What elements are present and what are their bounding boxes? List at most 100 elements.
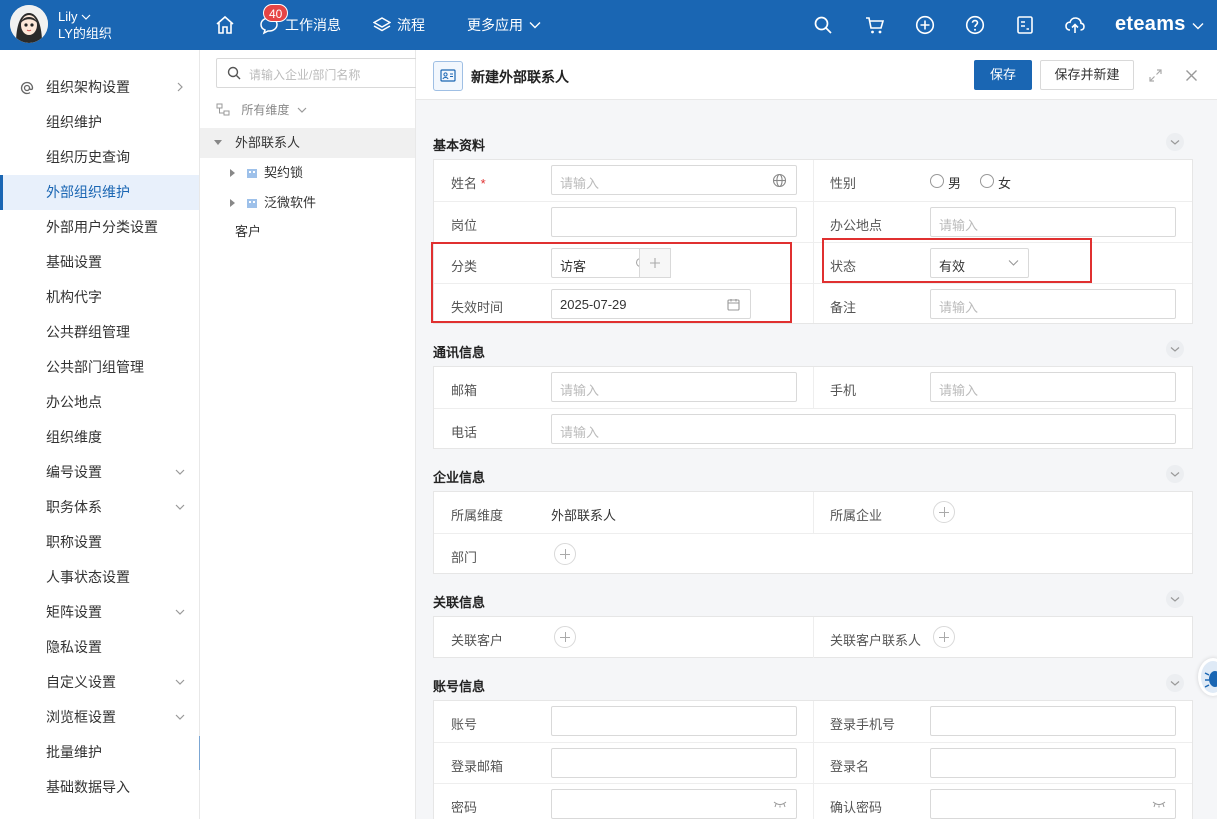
section-collapse-button[interactable] (1166, 133, 1184, 151)
chevron-down-icon (175, 469, 185, 475)
form-row: 部门 (434, 533, 1192, 574)
contact-card-icon (433, 61, 463, 91)
help-icon[interactable] (965, 15, 985, 35)
left-sidebar: 组织架构设置 组织维护 组织历史查询 外部组织维护 外部用户分类设置 基础设置 … (0, 50, 200, 819)
add-department-button[interactable] (554, 543, 576, 565)
section-collapse-button[interactable] (1166, 340, 1184, 358)
expand-icon[interactable] (1149, 69, 1162, 82)
close-icon[interactable] (1185, 69, 1198, 82)
office-input[interactable]: 请输入 (930, 207, 1176, 237)
department-label: 部门 (451, 550, 478, 565)
email-input[interactable]: 请输入 (551, 372, 797, 402)
sidebar-item-org-code[interactable]: 机构代字 (0, 280, 199, 315)
nav-more-apps[interactable]: 更多应用 (467, 0, 547, 50)
sidebar-item-privacy[interactable]: 隐私设置 (0, 630, 199, 665)
mobile-input[interactable]: 请输入 (930, 372, 1176, 402)
sidebar-item-data-import[interactable]: 基础数据导入 (0, 770, 199, 805)
tree-node-external-contacts[interactable]: 外部联系人 (200, 128, 415, 158)
account-input[interactable] (551, 706, 797, 736)
brand-logo[interactable]: eteams (1115, 13, 1204, 36)
related-contact-label: 关联客户联系人 (830, 633, 922, 648)
form-row: 所属维度 外部联系人 所属企业 (434, 492, 1192, 533)
save-button[interactable]: 保存 (974, 60, 1032, 90)
sidebar-item-basic-settings[interactable]: 基础设置 (0, 245, 199, 280)
login-name-input[interactable] (930, 748, 1176, 778)
sidebar-item-org-dimension[interactable]: 组织维度 (0, 420, 199, 455)
cart-icon[interactable] (865, 15, 885, 35)
login-email-input[interactable] (551, 748, 797, 778)
chevron-right-icon (177, 82, 183, 92)
eye-closed-icon[interactable] (1152, 801, 1166, 808)
add-related-contact-button[interactable] (933, 626, 955, 648)
tree-search-input[interactable]: 请输入企业/部门名称 (216, 58, 426, 88)
top-bar: Lily LY的组织 工作消息 40 流程 更多应用 eteams (0, 0, 1217, 50)
password-input[interactable] (551, 789, 797, 819)
gender-male-radio[interactable] (930, 174, 944, 188)
confirm-password-label: 确认密码 (830, 800, 883, 815)
form-row: 电话 请输入 (434, 408, 1192, 449)
section-collapse-button[interactable] (1166, 674, 1184, 692)
sidebar-item-job-system[interactable]: 职务体系 (0, 490, 199, 525)
nav-flow[interactable]: 流程 (373, 0, 425, 50)
sidebar-item-batch[interactable]: 批量维护 (0, 735, 199, 770)
sidebar-item-external-org[interactable]: 外部组织维护 (0, 175, 199, 210)
highlight-box-status (822, 238, 1092, 283)
cloud-upload-icon[interactable] (1065, 15, 1085, 35)
sidebar-item-matrix[interactable]: 矩阵设置 (0, 595, 199, 630)
globe-icon[interactable] (772, 173, 787, 188)
section-title-account: 账号信息 (433, 679, 486, 694)
highlight-box-category-expire (431, 242, 792, 323)
dimension-selector[interactable]: 所有维度 (216, 101, 307, 118)
notes-icon[interactable] (1015, 15, 1035, 35)
home-button[interactable] (215, 0, 241, 50)
remark-input[interactable]: 请输入 (930, 289, 1176, 319)
phone-input[interactable]: 请输入 (551, 414, 1176, 444)
tree-node-child[interactable]: 泛微软件 (200, 188, 415, 218)
sidebar-item-org-maintenance[interactable]: 组织维护 (0, 105, 199, 140)
sidebar-item-office-location[interactable]: 办公地点 (0, 385, 199, 420)
confirm-password-input[interactable] (930, 789, 1176, 819)
sidebar-item-hr-status[interactable]: 人事状态设置 (0, 560, 199, 595)
save-and-new-button[interactable]: 保存并新建 (1040, 60, 1134, 90)
mobile-label: 手机 (830, 383, 857, 398)
sidebar-item-org-history[interactable]: 组织历史查询 (0, 140, 199, 175)
sidebar-item-numbering[interactable]: 编号设置 (0, 455, 199, 490)
chevron-down-icon (81, 14, 91, 20)
column-divider (813, 367, 814, 408)
user-info[interactable]: Lily LY的组织 (58, 8, 112, 42)
caret-right-icon (230, 199, 235, 207)
tree-node-customers[interactable]: 客户 (200, 217, 415, 247)
sidebar-item-label: 组织架构设置 (46, 79, 130, 95)
column-divider (813, 617, 814, 658)
sidebar-item-public-dept-groups[interactable]: 公共部门组管理 (0, 350, 199, 385)
login-mobile-input[interactable] (930, 706, 1176, 736)
sidebar-item-external-user-category[interactable]: 外部用户分类设置 (0, 210, 199, 245)
sidebar-item-titles[interactable]: 职称设置 (0, 525, 199, 560)
nav-messages-label: 工作消息 (285, 17, 341, 33)
eye-closed-icon[interactable] (773, 801, 787, 808)
add-related-customer-button[interactable] (554, 626, 576, 648)
chevron-down-icon (1170, 347, 1180, 352)
sidebar-item-org-structure[interactable]: 组织架构设置 (0, 70, 199, 105)
sidebar-item-label: 人事状态设置 (46, 569, 130, 585)
section-collapse-button[interactable] (1166, 465, 1184, 483)
message-count-badge: 40 (263, 4, 289, 22)
user-avatar[interactable] (10, 5, 48, 43)
position-input[interactable] (551, 207, 797, 237)
sidebar-item-label: 职务体系 (46, 499, 102, 515)
sidebar-item-label: 公共部门组管理 (46, 359, 144, 375)
search-icon[interactable] (813, 15, 833, 35)
form-header: 新建外部联系人 保存 保存并新建 (416, 50, 1217, 100)
position-label: 岗位 (451, 218, 478, 233)
sidebar-item-browser-box[interactable]: 浏览框设置 (0, 700, 199, 735)
tree-node-child[interactable]: 契约锁 (200, 158, 415, 188)
section-collapse-button[interactable] (1166, 590, 1184, 608)
floating-assistant-button[interactable] (1198, 658, 1217, 696)
sidebar-item-custom[interactable]: 自定义设置 (0, 665, 199, 700)
gender-female-radio[interactable] (980, 174, 994, 188)
add-circle-icon[interactable] (915, 15, 935, 35)
sidebar-item-public-groups[interactable]: 公共群组管理 (0, 315, 199, 350)
name-input[interactable]: 请输入 (551, 165, 797, 195)
add-company-button[interactable] (933, 501, 955, 523)
sidebar-item-label: 编号设置 (46, 464, 102, 480)
